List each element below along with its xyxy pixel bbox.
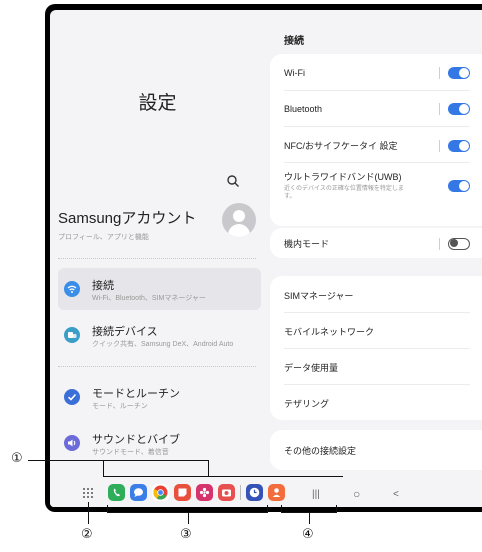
apps-grid-icon[interactable] xyxy=(82,487,94,499)
data-usage-label: データ使用量 xyxy=(284,363,339,373)
airplane-toggle[interactable] xyxy=(448,237,470,250)
avatar[interactable] xyxy=(222,203,256,237)
callout-3: ③ xyxy=(180,527,192,542)
sound-icon xyxy=(64,435,80,451)
clock-app-icon[interactable] xyxy=(246,484,263,501)
chrome-app-icon[interactable] xyxy=(152,484,169,501)
menu-item-modes-routines[interactable]: モードとルーチン モード、ルーチン xyxy=(58,376,261,418)
uwb-toggle[interactable] xyxy=(448,180,470,192)
menu-item-connections[interactable]: 接続 Wi-Fi、Bluetooth、SIMマネージャー xyxy=(58,268,261,310)
callout-1-line xyxy=(28,460,208,461)
callout-1-line xyxy=(103,460,104,476)
callout-2: ② xyxy=(81,527,93,542)
search-icon[interactable] xyxy=(226,174,240,188)
menu-item-subtitle: サウンドモード、着信音 xyxy=(92,449,169,456)
wifi-label: Wi-Fi xyxy=(284,68,305,78)
data-usage-row[interactable]: データ使用量 xyxy=(284,361,470,374)
recents-button[interactable]: ||| xyxy=(312,489,320,500)
divider xyxy=(58,258,256,259)
other-settings-card: その他の接続設定 xyxy=(270,430,482,470)
home-button[interactable]: ○ xyxy=(353,487,360,501)
section-title: 接続 xyxy=(284,36,304,47)
callout-3-line xyxy=(267,505,268,513)
page-title: 設定 xyxy=(138,93,177,114)
tablet-screen: 設定 Samsungアカウント プロフィール、アプリと機能 接続 Wi-Fi、B… xyxy=(50,10,482,507)
airplane-row[interactable]: 機内モード xyxy=(284,237,470,250)
uwb-description: 近くのデバイスの正確な位置情報を特定します。 xyxy=(284,186,404,200)
phone-app-icon[interactable] xyxy=(108,484,125,501)
sim-manager-row[interactable]: SIMマネージャー xyxy=(284,289,470,302)
menu-item-label: サウンドとバイブ xyxy=(92,434,180,446)
connections-detail-pane: 接続 Wi-Fi Bluetooth NFC/おサイフケータイ 設定 ウルトラワ… xyxy=(270,10,482,480)
airplane-label: 機内モード xyxy=(284,239,330,249)
menu-item-subtitle: モード、ルーチン xyxy=(92,403,148,410)
menu-item-label: 接続 xyxy=(92,280,114,292)
airplane-card: 機内モード xyxy=(270,228,482,258)
divider xyxy=(58,366,256,367)
callout-1-line xyxy=(103,476,343,477)
taskbar-divider xyxy=(240,485,241,500)
callout-2-line xyxy=(88,502,89,524)
callout-3-line xyxy=(188,512,189,524)
devices-icon xyxy=(64,327,80,343)
callout-4: ④ xyxy=(302,527,314,542)
uwb-row[interactable]: ウルトラワイドバンド(UWB) 近くのデバイスの正確な位置情報を特定します。 xyxy=(284,170,470,201)
mobile-network-row[interactable]: モバイルネットワーク xyxy=(284,325,470,338)
nfc-row[interactable]: NFC/おサイフケータイ 設定 xyxy=(284,139,470,152)
menu-item-subtitle: クイック共有、Samsung DeX、Android Auto xyxy=(92,341,234,348)
wifi-toggle[interactable] xyxy=(448,67,470,79)
callout-4-line xyxy=(281,505,282,513)
notes-app-icon[interactable] xyxy=(174,484,191,501)
messages-app-icon[interactable] xyxy=(130,484,147,501)
other-settings-row[interactable]: その他の接続設定 xyxy=(284,444,470,457)
modes-icon xyxy=(64,389,80,405)
bluetooth-row[interactable]: Bluetooth xyxy=(284,103,470,115)
uwb-label: ウルトラワイドバンド(UWB) xyxy=(284,172,402,182)
tethering-row[interactable]: テザリング xyxy=(284,397,470,410)
other-settings-label: その他の接続設定 xyxy=(284,446,357,456)
wifi-icon xyxy=(64,281,80,297)
tethering-label: テザリング xyxy=(284,399,330,409)
bluetooth-toggle[interactable] xyxy=(448,103,470,115)
menu-item-label: モードとルーチン xyxy=(92,388,180,400)
nfc-label: NFC/おサイフケータイ 設定 xyxy=(284,141,398,151)
menu-item-sound-vibration[interactable]: サウンドとバイブ サウンドモード、着信音 xyxy=(58,422,261,464)
callout-4-line xyxy=(336,505,337,513)
gallery-app-icon[interactable] xyxy=(196,484,213,501)
camera-app-icon[interactable] xyxy=(218,484,235,501)
callout-1-line xyxy=(208,460,209,476)
menu-item-subtitle: Wi-Fi、Bluetooth、SIMマネージャー xyxy=(92,295,206,302)
network-card: SIMマネージャー モバイルネットワーク データ使用量 テザリング xyxy=(270,276,482,420)
callout-4-line xyxy=(309,512,310,524)
callout-1: ① xyxy=(11,451,23,466)
callout-3-line xyxy=(107,505,108,513)
sim-manager-label: SIMマネージャー xyxy=(284,291,354,301)
settings-menu-pane: 設定 Samsungアカウント プロフィール、アプリと機能 接続 Wi-Fi、B… xyxy=(50,10,265,480)
wifi-row[interactable]: Wi-Fi xyxy=(284,67,470,79)
contacts-app-icon[interactable] xyxy=(268,484,285,501)
mobile-network-label: モバイルネットワーク xyxy=(284,327,375,337)
bluetooth-label: Bluetooth xyxy=(284,104,323,114)
menu-item-label: 接続デバイス xyxy=(92,326,158,338)
menu-item-connected-devices[interactable]: 接続デバイス クイック共有、Samsung DeX、Android Auto xyxy=(58,314,261,356)
connections-card: Wi-Fi Bluetooth NFC/おサイフケータイ 設定 ウルトラワイドバ… xyxy=(270,54,482,226)
nfc-toggle[interactable] xyxy=(448,139,470,152)
back-button[interactable]: < xyxy=(393,489,399,500)
